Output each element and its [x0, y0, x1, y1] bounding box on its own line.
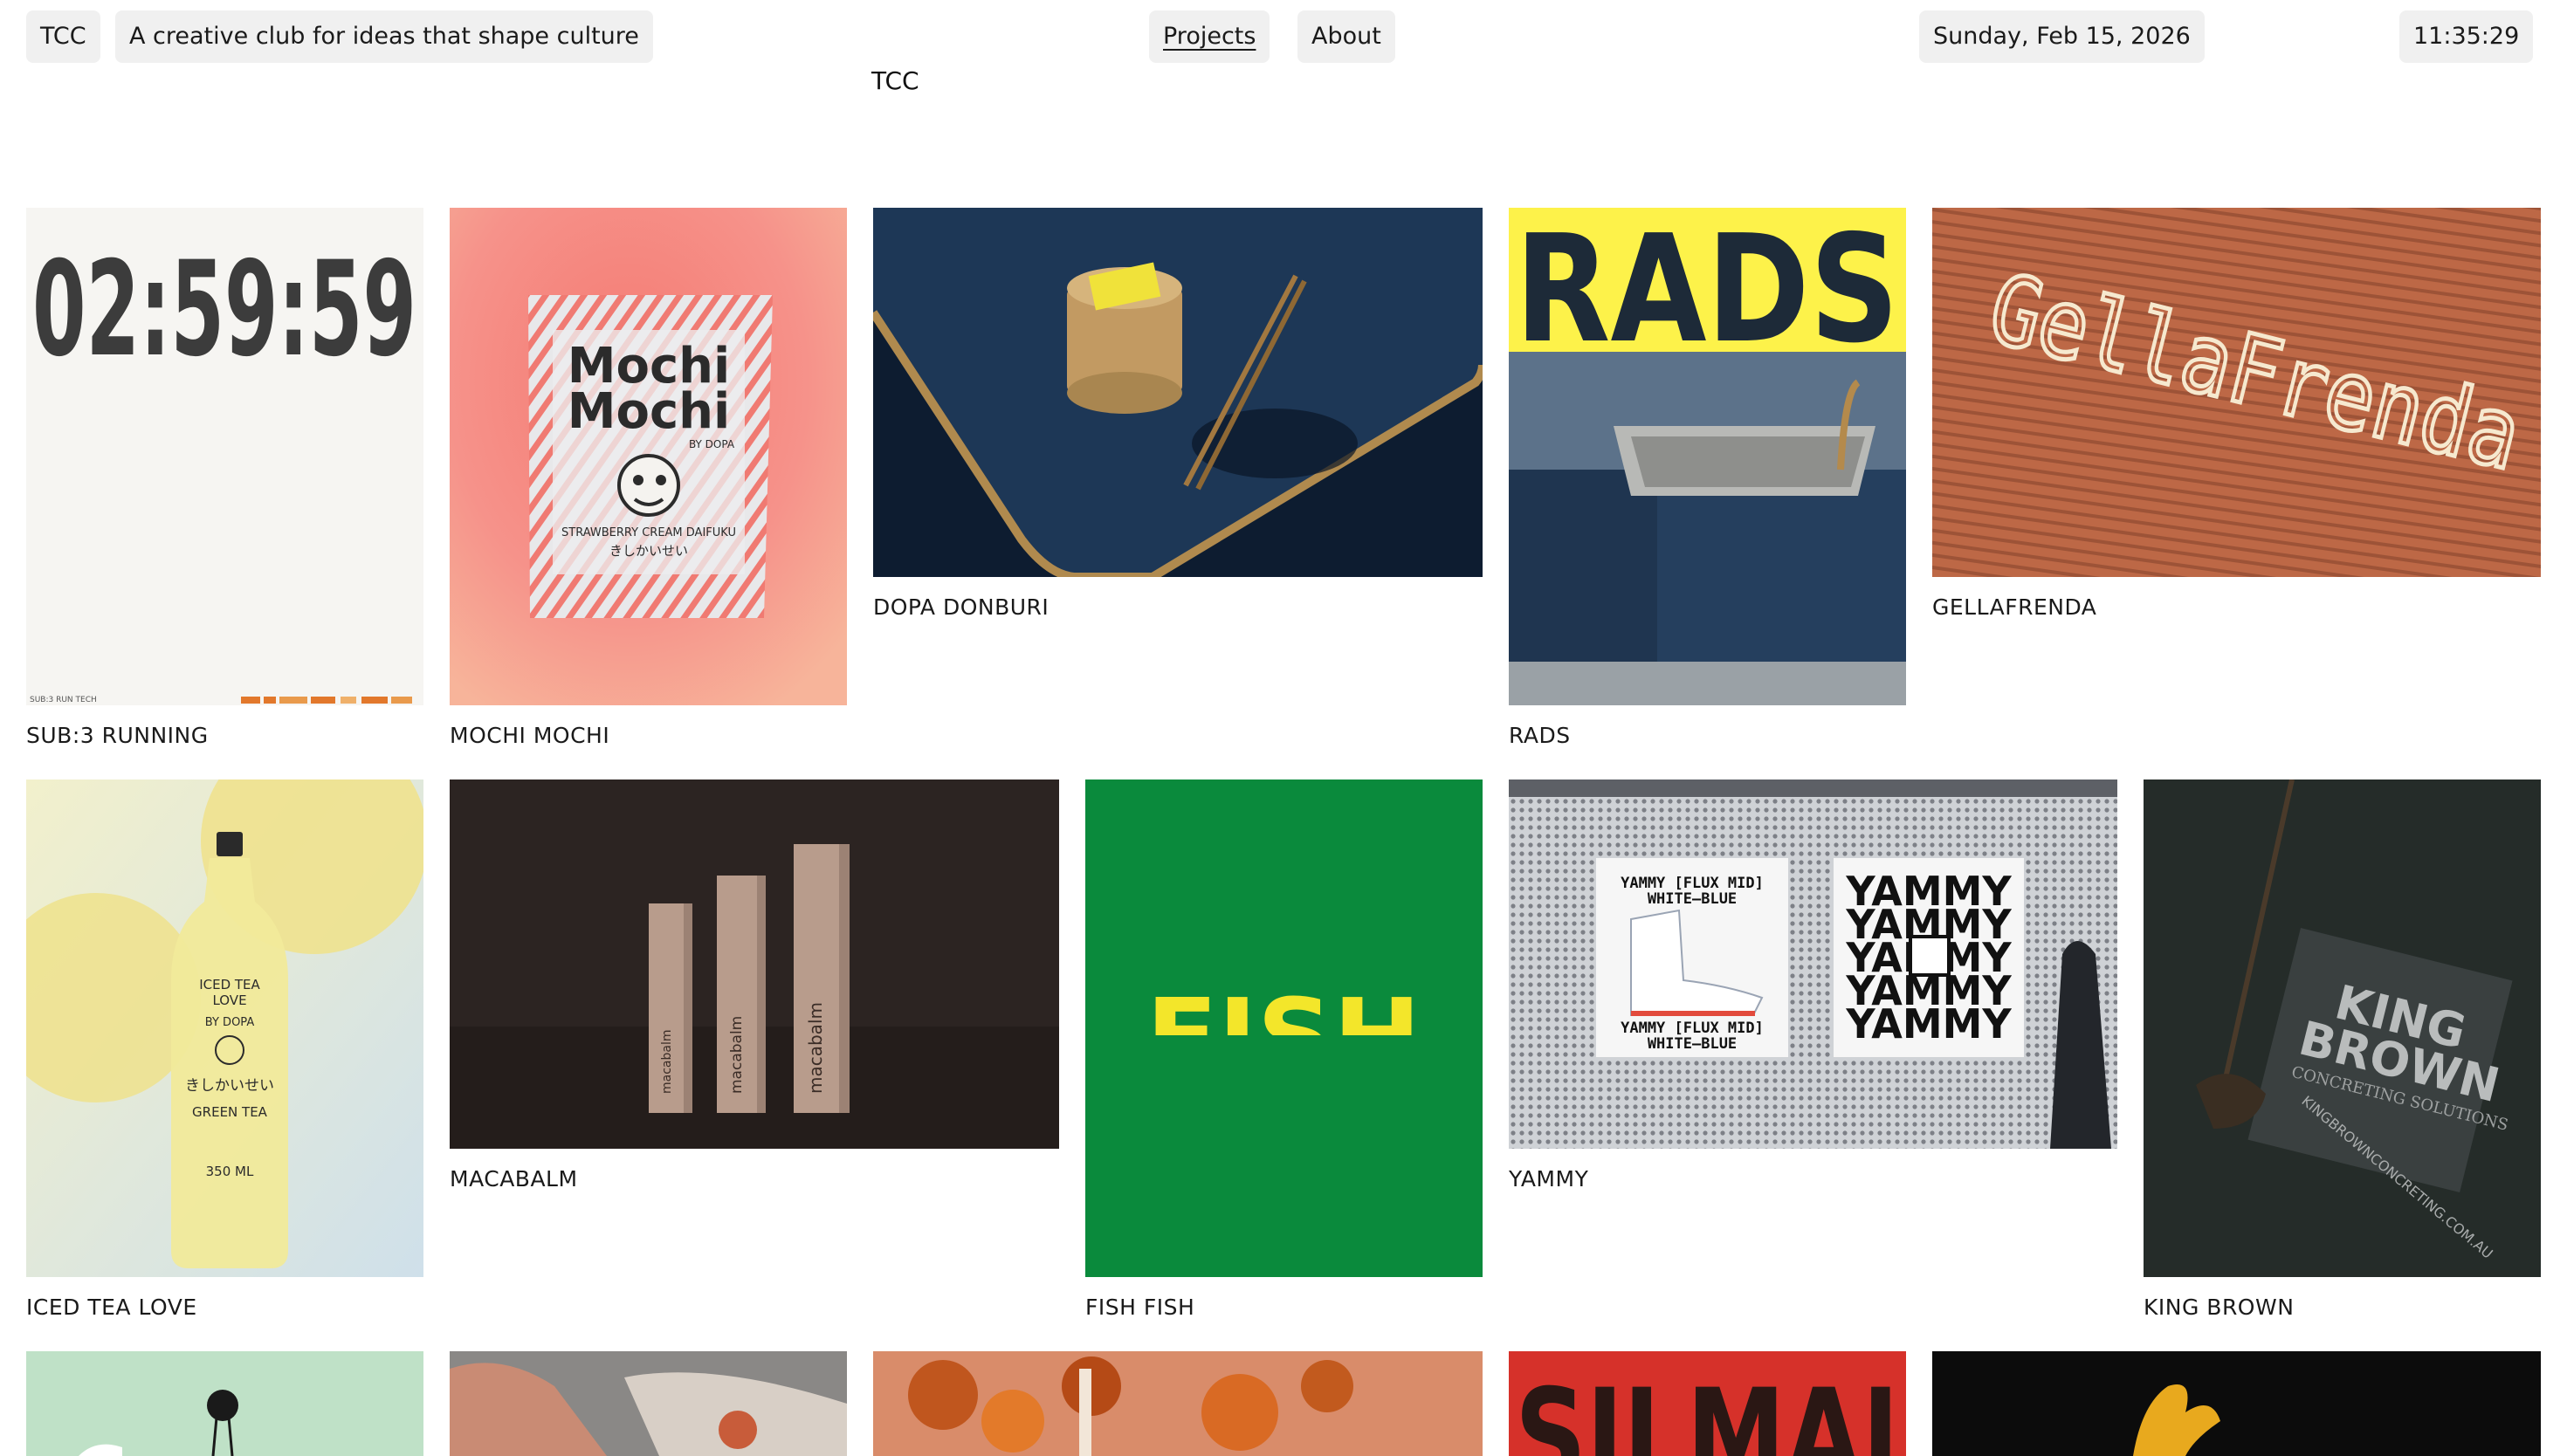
- qr-code-icon: [1909, 935, 1951, 977]
- icedtea-by: BY DOPA: [205, 1016, 255, 1029]
- project-thumb[interactable]: [1932, 1351, 2541, 1456]
- project-title[interactable]: GELLAFRENDA: [1932, 594, 2096, 620]
- project-thumb[interactable]: [450, 1351, 847, 1456]
- project-thumb[interactable]: [873, 208, 1483, 577]
- project-title[interactable]: MOCHI MOCHI: [450, 723, 609, 748]
- project-thumb[interactable]: SILMAI: [1509, 1351, 1906, 1456]
- project-thumb[interactable]: GellaFrenda: [1932, 208, 2541, 577]
- row3-art-5: [1932, 1351, 2541, 1456]
- project-title[interactable]: YAMMY: [1509, 1166, 1588, 1192]
- silmai-wordmark: SILMAI: [1515, 1362, 1899, 1456]
- project-thumb[interactable]: Mochi Mochi BY DOPA STRAWBERRY CREAM DAI…: [450, 208, 847, 705]
- project-thumb[interactable]: KING BROWN CONCRETING SOLUTIONS KINGBROW…: [2144, 780, 2541, 1277]
- row3-art-3: [873, 1351, 1483, 1456]
- mochi-word-2: Mochi: [568, 383, 730, 440]
- project-thumb[interactable]: 02:59:59 SUB:3 RUN TECH: [26, 208, 423, 705]
- project-title[interactable]: DOPA DONBURI: [873, 594, 1049, 620]
- fishfish-artwork: FISH: [1085, 780, 1483, 1277]
- icedtea-artwork: ICED TEA LOVE BY DOPA きしかいせい GREEN TEA 3…: [26, 780, 423, 1277]
- nav-projects[interactable]: Projects: [1149, 10, 1270, 63]
- row3-art-4: SILMAI: [1509, 1351, 1906, 1456]
- icedtea-jp: きしかいせい: [185, 1077, 274, 1095]
- icedtea-sub: GREEN TEA: [192, 1104, 268, 1120]
- macabalm-label-2: macabalm: [728, 1016, 746, 1094]
- mochi-artwork: Mochi Mochi BY DOPA STRAWBERRY CREAM DAI…: [450, 208, 847, 705]
- site-logo[interactable]: TCC: [26, 10, 100, 63]
- site-tagline: A creative club for ideas that shape cul…: [115, 10, 653, 63]
- project-thumb[interactable]: [873, 1351, 1483, 1456]
- nav-about[interactable]: About: [1297, 10, 1395, 63]
- sub3-artwork: 02:59:59 SUB:3 RUN TECH: [26, 208, 423, 705]
- page-subtitle: TCC: [871, 66, 919, 95]
- sub3-big-time: 02:59:59: [32, 234, 416, 386]
- rads-artwork: RADS: [1509, 208, 1906, 705]
- yammy-poster-bottom: YAMMY [FLUX MID]: [1621, 1020, 1764, 1037]
- top-bar: TCC A creative club for ideas that shape…: [0, 0, 2567, 122]
- project-title[interactable]: FISH FISH: [1085, 1295, 1194, 1320]
- project-thumb[interactable]: macabalm macabalm macabalm: [450, 780, 1059, 1149]
- yammy-poster-top: YAMMY [FLUX MID]: [1621, 875, 1764, 892]
- mochi-flavor: STRAWBERRY CREAM DAIFUKU: [561, 526, 736, 539]
- mochi-jp: きしかいせい: [609, 543, 688, 559]
- gellafrenda-artwork: GellaFrenda: [1932, 208, 2541, 577]
- project-thumb[interactable]: [26, 1351, 423, 1456]
- project-title[interactable]: MACABALM: [450, 1166, 578, 1192]
- nav-projects-label[interactable]: Projects: [1163, 23, 1256, 50]
- yammy-artwork: YAMMY [FLUX MID] WHITE—BLUE YAMMY [FLUX …: [1509, 780, 2117, 1149]
- row3-art-2: [450, 1351, 847, 1456]
- project-title[interactable]: KING BROWN: [2144, 1295, 2294, 1320]
- project-title[interactable]: ICED TEA LOVE: [26, 1295, 197, 1320]
- donburi-artwork: [873, 208, 1483, 577]
- project-thumb[interactable]: RADS: [1509, 208, 1906, 705]
- icedtea-line2: LOVE: [212, 992, 246, 1008]
- kingbrown-artwork: KING BROWN CONCRETING SOLUTIONS KINGBROW…: [2144, 780, 2541, 1277]
- project-title[interactable]: SUB:3 RUNNING: [26, 723, 209, 748]
- yammy-big-5: YAMMY: [1845, 1000, 2012, 1047]
- yammy-poster-bottom-2: WHITE—BLUE: [1648, 1035, 1737, 1053]
- row3-art-1: [26, 1351, 423, 1456]
- project-title[interactable]: RADS: [1509, 723, 1571, 748]
- icedtea-volume: 350 ML: [206, 1164, 254, 1179]
- icedtea-line1: ICED TEA: [199, 977, 260, 992]
- yammy-poster-top-2: WHITE—BLUE: [1648, 890, 1737, 908]
- macabalm-artwork: macabalm macabalm macabalm: [450, 780, 1059, 1149]
- mochi-by: BY DOPA: [689, 438, 735, 450]
- macabalm-label-3: macabalm: [805, 1002, 826, 1094]
- rads-wordmark: RADS: [1515, 208, 1899, 376]
- project-thumb[interactable]: YAMMY [FLUX MID] WHITE—BLUE YAMMY [FLUX …: [1509, 780, 2117, 1149]
- sub3-small-label: SUB:3 RUN TECH: [30, 696, 97, 704]
- project-thumb[interactable]: FISH: [1085, 780, 1483, 1277]
- date-display: Sunday, Feb 15, 2026: [1919, 10, 2205, 63]
- project-thumb[interactable]: ICED TEA LOVE BY DOPA きしかいせい GREEN TEA 3…: [26, 780, 423, 1277]
- clock-display: 11:35:29: [2399, 10, 2534, 63]
- macabalm-label-1: macabalm: [660, 1030, 674, 1095]
